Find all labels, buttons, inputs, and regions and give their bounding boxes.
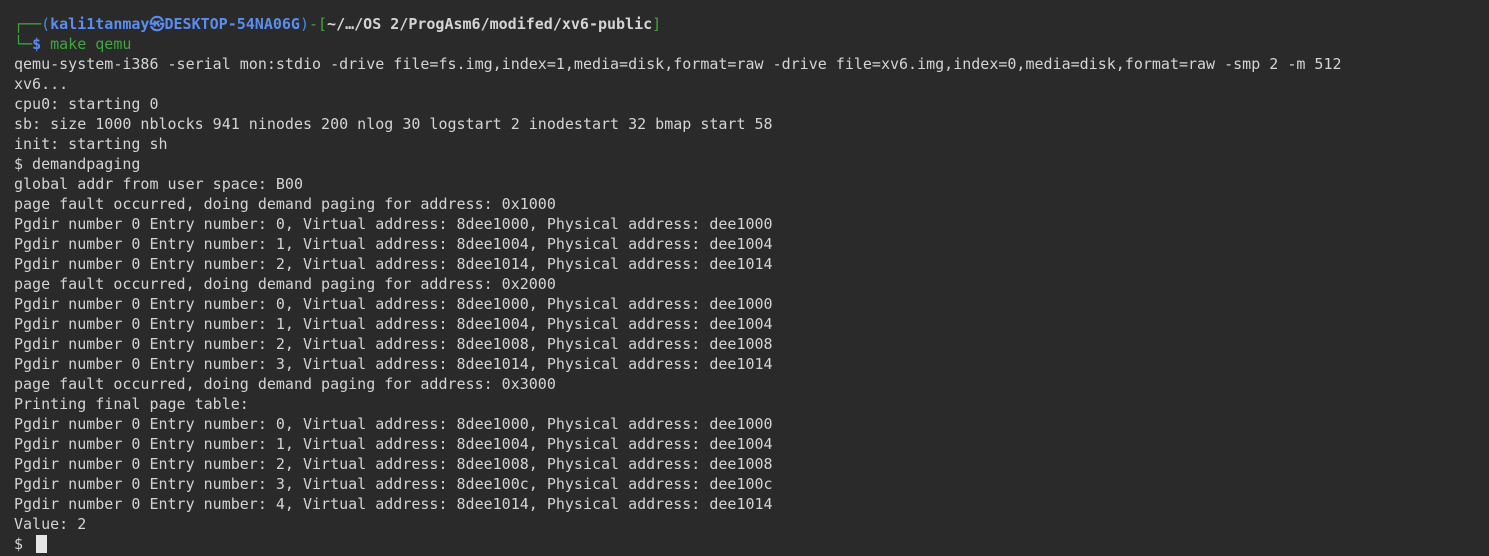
prompt-at-symbol: ㉿ — [149, 15, 165, 33]
output-line: init: starting sh — [14, 135, 168, 153]
terminal-window[interactable]: ┌──(kali1tanmay㉿DESKTOP-54NA06G)-[~/…/OS… — [0, 0, 1489, 556]
output-line: global addr from user space: B00 — [14, 175, 303, 193]
final-prompt: $ — [14, 535, 24, 553]
text-cursor — [36, 535, 48, 553]
prompt-tree-bottom: └─ — [14, 35, 33, 53]
output-line: Pgdir number 0 Entry number: 1, Virtual … — [14, 315, 773, 333]
output-line: qemu-system-i386 -serial mon:stdio -driv… — [14, 55, 1342, 73]
prompt-line: ┌──(kali1tanmay㉿DESKTOP-54NA06G)-[~/…/OS… — [14, 14, 1489, 34]
output-line: Pgdir number 0 Entry number: 2, Virtual … — [14, 255, 773, 273]
output-line: Pgdir number 0 Entry number: 1, Virtual … — [14, 435, 773, 453]
output-line: sb: size 1000 nblocks 941 ninodes 200 nl… — [14, 115, 773, 133]
terminal-output: qemu-system-i386 -serial mon:stdio -driv… — [14, 54, 1489, 534]
output-line: Value: 2 — [14, 515, 87, 533]
output-line: page fault occurred, doing demand paging… — [14, 195, 556, 213]
prompt-tree-top: ┌── — [14, 15, 42, 33]
output-line: Printing final page table: — [14, 395, 249, 413]
output-line: Pgdir number 0 Entry number: 2, Virtual … — [14, 455, 773, 473]
prompt-close-paren: ) — [299, 15, 309, 33]
output-line: Pgdir number 0 Entry number: 2, Virtual … — [14, 335, 773, 353]
output-line: page fault occurred, doing demand paging… — [14, 375, 556, 393]
prompt-open-bracket: [ — [318, 15, 328, 33]
command-text: make qemu — [50, 35, 132, 53]
output-line: page fault occurred, doing demand paging… — [14, 275, 556, 293]
prompt-dollar: $ — [32, 35, 42, 53]
output-line: Pgdir number 0 Entry number: 0, Virtual … — [14, 415, 773, 433]
prompt-separator: - — [308, 15, 319, 33]
output-line: Pgdir number 0 Entry number: 3, Virtual … — [14, 475, 773, 493]
output-line: xv6... — [14, 75, 69, 93]
output-line: Pgdir number 0 Entry number: 1, Virtual … — [14, 235, 773, 253]
prompt-host: DESKTOP-54NA06G — [164, 15, 300, 33]
output-line: Pgdir number 0 Entry number: 0, Virtual … — [14, 215, 773, 233]
output-line: Pgdir number 0 Entry number: 0, Virtual … — [14, 295, 773, 313]
prompt-close-bracket: ] — [652, 15, 662, 33]
prompt-user: kali1tanmay — [50, 15, 150, 33]
command-line: └─$ make qemu — [14, 34, 1489, 54]
prompt-open-paren: ( — [41, 15, 51, 33]
output-line: cpu0: starting 0 — [14, 95, 159, 113]
output-line: Pgdir number 0 Entry number: 4, Virtual … — [14, 495, 773, 513]
prompt-path: ~/…/OS 2/ProgAsm6/modifed/xv6-public — [327, 15, 653, 33]
final-prompt-line[interactable]: $ — [14, 534, 1489, 554]
output-line: $ demandpaging — [14, 155, 141, 173]
output-line: Pgdir number 0 Entry number: 3, Virtual … — [14, 355, 773, 373]
